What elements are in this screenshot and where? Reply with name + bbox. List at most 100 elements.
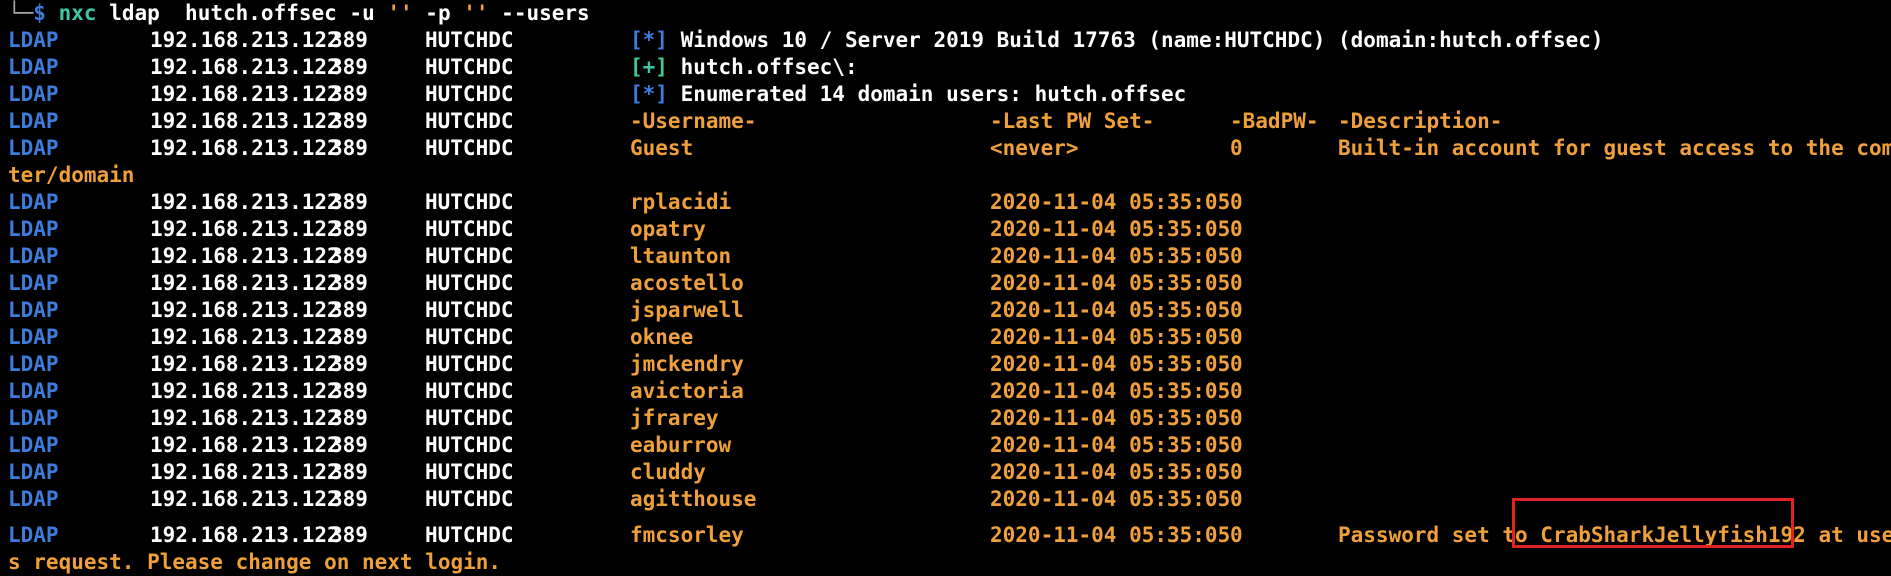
username: cluddy <box>630 460 706 484</box>
badpw-count: 0 <box>1230 406 1243 430</box>
protocol-label: LDAP <box>8 109 59 133</box>
ip-address: 192.168.213.122 <box>150 325 340 349</box>
protocol-label: LDAP <box>8 217 59 241</box>
username: acostello <box>630 271 744 295</box>
hostname: HUTCHDC <box>425 298 514 322</box>
hostname: HUTCHDC <box>425 244 514 268</box>
last-pw-set: 2020-11-04 05:35:05 <box>990 379 1231 403</box>
hostname: HUTCHDC <box>425 325 514 349</box>
badpw-count: 0 <box>1230 523 1243 547</box>
hostname: HUTCHDC <box>425 460 514 484</box>
badpw-count: 0 <box>1230 298 1243 322</box>
ip-address: 192.168.213.122 <box>150 217 340 241</box>
column-header-description: -Description- <box>1338 109 1503 133</box>
output-line-info: LDAP 192.168.213.122 389 HUTCHDC [*] Enu… <box>0 81 1186 108</box>
port-number: 389 <box>330 298 368 322</box>
port-number: 389 <box>330 82 368 106</box>
port-number: 389 <box>330 244 368 268</box>
protocol-label: LDAP <box>8 190 59 214</box>
status-message: Windows 10 / Server 2019 Build 17763 (na… <box>667 28 1604 52</box>
last-pw-set: 2020-11-04 05:35:05 <box>990 460 1231 484</box>
badpw-count: 0 <box>1230 460 1243 484</box>
port-number: 389 <box>330 217 368 241</box>
flag-u-value: '' <box>374 1 426 25</box>
hostname: HUTCHDC <box>425 379 514 403</box>
ip-address: 192.168.213.122 <box>150 379 340 403</box>
hostname: HUTCHDC <box>425 433 514 457</box>
last-pw-set: 2020-11-04 05:35:05 <box>990 406 1231 430</box>
port-number: 389 <box>330 28 368 52</box>
badpw-count: 0 <box>1230 271 1243 295</box>
username: ltaunton <box>630 244 732 268</box>
prompt-dollar: $ <box>33 1 46 25</box>
username: agitthouse <box>630 487 757 511</box>
last-pw-set: 2020-11-04 05:35:05 <box>990 244 1231 268</box>
port-number: 389 <box>330 523 368 547</box>
username: jsparwell <box>630 298 744 322</box>
username: oknee <box>630 325 694 349</box>
last-pw-set: 2020-11-04 05:35:05 <box>990 487 1231 511</box>
hostname: HUTCHDC <box>425 352 514 376</box>
output-line-info: LDAP 192.168.213.122 389 HUTCHDC [+] hut… <box>0 54 858 81</box>
last-pw-set: 2020-11-04 05:35:05 <box>990 217 1231 241</box>
username: rplacidi <box>630 190 732 214</box>
flag-u: -u <box>349 1 375 25</box>
last-pw-set: 2020-11-04 05:35:05 <box>990 271 1231 295</box>
description-suffix: at user' <box>1818 523 1891 547</box>
protocol-label: LDAP <box>8 136 59 160</box>
port-number: 389 <box>330 136 368 160</box>
status-message: hutch.offsec\: <box>667 55 858 79</box>
protocol-label: LDAP <box>8 352 59 376</box>
port-number: 389 <box>330 352 368 376</box>
command-args: ldap hutch.offsec <box>109 1 350 25</box>
ip-address: 192.168.213.122 <box>150 433 340 457</box>
badpw-count: 0 <box>1230 352 1243 376</box>
protocol-label: LDAP <box>8 325 59 349</box>
protocol-label: LDAP <box>8 487 59 511</box>
ip-address: 192.168.213.122 <box>150 136 340 160</box>
prompt-tree-glyph: └─ <box>8 1 34 25</box>
badpw-count: 0 <box>1230 217 1243 241</box>
ip-address: 192.168.213.122 <box>150 460 340 484</box>
protocol-label: LDAP <box>8 271 59 295</box>
hostname: HUTCHDC <box>425 487 514 511</box>
user-row-guest: LDAP 192.168.213.122 389 HUTCHDC Guest <… <box>0 135 1891 162</box>
last-pw-set: 2020-11-04 05:35:05 <box>990 298 1231 322</box>
flag-p: -p <box>425 1 451 25</box>
hostname: HUTCHDC <box>425 406 514 430</box>
description: Built-in account for guest access to the… <box>1338 136 1891 160</box>
last-pw-set: 2020-11-04 05:35:05 <box>990 352 1231 376</box>
ip-address: 192.168.213.122 <box>150 190 340 214</box>
protocol-label: LDAP <box>8 55 59 79</box>
hostname: HUTCHDC <box>425 136 514 160</box>
flag-users: --users <box>501 1 590 25</box>
username: jfrarey <box>630 406 719 430</box>
port-number: 389 <box>330 190 368 214</box>
protocol-label: LDAP <box>8 379 59 403</box>
badpw-count: 0 <box>1230 325 1243 349</box>
status-tag-info: [*] <box>630 82 668 106</box>
last-pw-set: 2020-11-04 05:35:05 <box>990 523 1231 547</box>
port-number: 389 <box>330 55 368 79</box>
protocol-label: LDAP <box>8 82 59 106</box>
ip-address: 192.168.213.122 <box>150 523 340 547</box>
ip-address: 192.168.213.122 <box>150 271 340 295</box>
badpw-count: 0 <box>1230 190 1243 214</box>
ip-address: 192.168.213.122 <box>150 55 340 79</box>
status-tag-info: [*] <box>630 28 668 52</box>
username: eaburrow <box>630 433 732 457</box>
hostname: HUTCHDC <box>425 82 514 106</box>
port-number: 389 <box>330 460 368 484</box>
username: opatry <box>630 217 706 241</box>
protocol-label: LDAP <box>8 433 59 457</box>
column-header-last-pw-set: -Last PW Set- <box>990 109 1155 133</box>
column-header-badpw: -BadPW- <box>1230 109 1319 133</box>
ip-address: 192.168.213.122 <box>150 28 340 52</box>
ip-address: 192.168.213.122 <box>150 352 340 376</box>
username: avictoria <box>630 379 744 403</box>
terminal-window[interactable]: └─$ nxc ldap hutch.offsec -u '' -p '' --… <box>0 0 1891 576</box>
port-number: 389 <box>330 379 368 403</box>
protocol-label: LDAP <box>8 523 59 547</box>
username: jmckendry <box>630 352 744 376</box>
username: fmcsorley <box>630 523 744 547</box>
